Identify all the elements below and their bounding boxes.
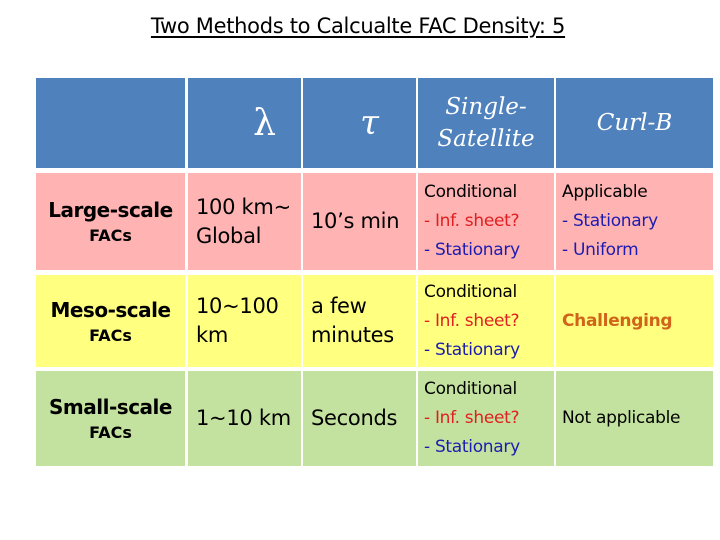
curl-status: Applicable <box>562 182 648 202</box>
tau-value-line1: 10’s min <box>311 209 400 233</box>
single-condition: Conditional <box>424 182 517 202</box>
row-small-lambda: 1~10 km <box>188 371 301 466</box>
lambda-symbol: λ <box>253 102 276 144</box>
lambda-value-line1: 1~10 km <box>196 406 291 430</box>
header-single-line2: Satellite <box>437 126 535 152</box>
curl-uniform: - Uniform <box>562 240 639 260</box>
curl-status: Challenging <box>562 310 673 331</box>
row-small-curl: Not applicable <box>556 371 713 466</box>
lambda-value-line2: Global <box>196 223 262 248</box>
row-sublabel: FACs <box>89 423 132 442</box>
row-meso-label: Meso-scale FACs <box>36 275 185 367</box>
single-stationary: - Stationary <box>424 437 520 457</box>
lambda-value-line1: 10~100 <box>196 294 279 318</box>
row-label: Meso-scale <box>50 297 171 322</box>
row-label: Large-scale <box>48 198 173 222</box>
tau-value-line2: minutes <box>311 323 394 347</box>
row-meso-lambda: 10~100 km <box>188 275 301 367</box>
tau-value-line1: a few <box>311 294 367 318</box>
header-single-line1: Single- <box>445 94 527 120</box>
single-condition: Conditional <box>424 281 517 302</box>
tau-symbol: τ <box>360 103 379 143</box>
row-meso-tau: a few minutes <box>303 275 416 367</box>
lambda-value-line2: km <box>196 323 229 347</box>
single-inf-sheet: - Inf. sheet? <box>424 310 520 331</box>
curl-stationary: - Stationary <box>562 211 658 231</box>
header-empty <box>36 78 185 168</box>
curl-status: Not applicable <box>562 408 681 428</box>
row-meso-curl: Challenging <box>556 275 713 367</box>
row-large-single: Conditional - Inf. sheet? - Stationary <box>418 173 554 270</box>
header-curl-b: Curl-B <box>556 78 713 168</box>
row-large-lambda: 100 km~ Global <box>188 173 301 270</box>
row-large-curl: Applicable - Stationary - Uniform <box>556 173 713 270</box>
lambda-value-line1: 100 km~ <box>196 194 291 219</box>
row-meso-single: Conditional - Inf. sheet? - Stationary <box>418 275 554 367</box>
row-sublabel: FACs <box>89 325 132 345</box>
header-tau: τ <box>303 78 416 168</box>
row-small-tau: Seconds <box>303 371 416 466</box>
row-large-tau: 10’s min <box>303 173 416 270</box>
single-stationary: - Stationary <box>424 240 520 260</box>
slide-title: Two Methods to Calcualte FAC Density: 5 <box>150 14 566 38</box>
single-condition: Conditional <box>424 379 517 399</box>
row-sublabel: FACs <box>89 226 132 245</box>
tau-value-line1: Seconds <box>311 406 398 430</box>
single-stationary: - Stationary <box>424 339 520 360</box>
row-label: Small-scale <box>49 395 172 419</box>
single-inf-sheet: - Inf. sheet? <box>424 211 520 231</box>
row-large-label: Large-scale FACs <box>36 173 185 270</box>
header-single-satellite: Single- Satellite <box>418 78 554 168</box>
row-small-label: Small-scale FACs <box>36 371 185 466</box>
single-inf-sheet: - Inf. sheet? <box>424 408 520 428</box>
header-curl-label: Curl-B <box>596 110 673 136</box>
row-small-single: Conditional - Inf. sheet? - Stationary <box>418 371 554 466</box>
header-lambda: λ <box>188 78 301 168</box>
